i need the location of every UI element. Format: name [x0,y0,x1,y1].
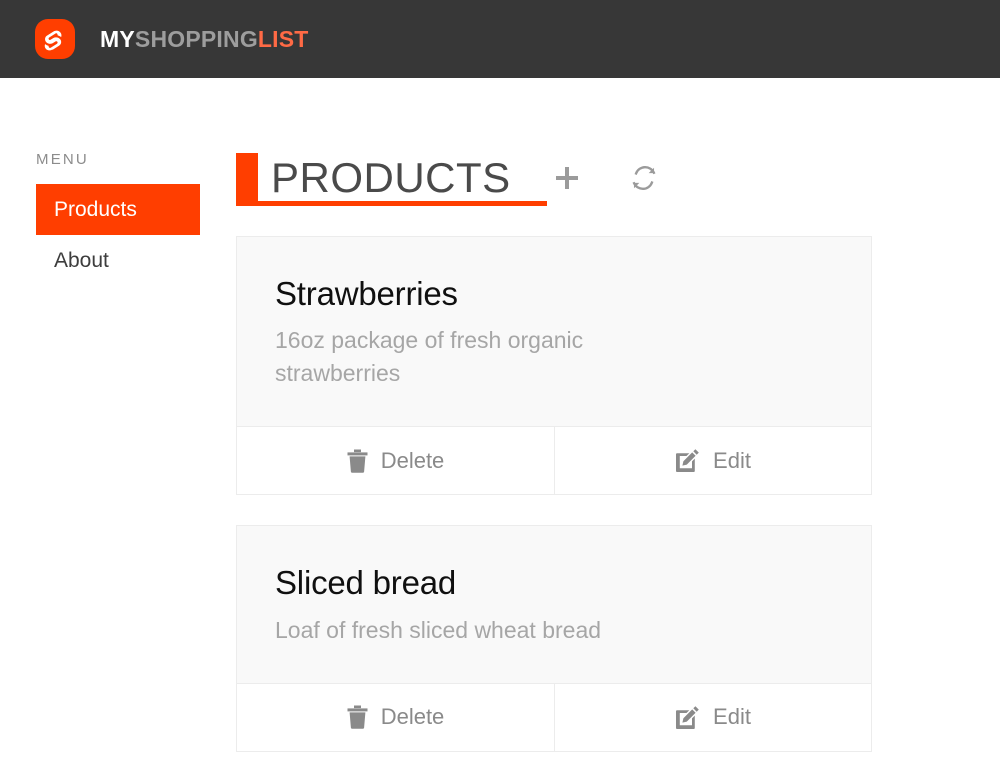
app-header: MYSHOPPINGLIST [0,0,1000,78]
sidebar-menu: Products About [36,184,200,286]
product-description: 16oz package of fresh organic strawberri… [275,327,584,387]
product-card-body: Sliced bread Loaf of fresh sliced wheat … [237,526,871,682]
add-product-button[interactable] [550,161,584,195]
page-title: PRODUCTS [271,154,511,201]
sidebar: MENU Products About [0,78,236,286]
brand-part-list: LIST [257,25,309,52]
plus-icon [554,165,580,191]
product-title: Strawberries [275,275,458,312]
product-card-footer: Delete Edit [237,682,871,751]
brand-part-shopping: SHOPPING [134,25,258,52]
edit-label: Edit [713,447,751,473]
sidebar-item-products[interactable]: Products [36,184,200,236]
product-card-footer: Delete Edit [237,426,871,495]
delete-button[interactable]: Delete [237,427,554,495]
refresh-button[interactable] [627,161,661,195]
trash-icon [347,449,368,473]
delete-button[interactable]: Delete [237,683,554,751]
product-list: Strawberries 16oz package of fresh organ… [236,236,1000,752]
brand-title: MYSHOPPINGLIST [100,25,309,52]
page-actions [550,161,704,195]
svelte-logo-icon[interactable] [17,18,75,60]
page-title-wrapper: PRODUCTS [236,153,547,208]
edit-button[interactable]: Edit [554,683,871,751]
product-card-body: Strawberries 16oz package of fresh organ… [237,237,871,426]
product-card: Sliced bread Loaf of fresh sliced wheat … [236,525,872,752]
edit-icon [675,705,700,730]
edit-icon [675,448,700,473]
refresh-icon [630,164,658,192]
brand-part-my: MY [100,25,135,52]
page-header: PRODUCTS [236,153,1000,208]
product-title: Sliced bread [275,564,457,602]
main-content: PRODUCTS Strawberries 16oz package of fr… [236,78,1000,772]
trash-icon [347,705,368,730]
sidebar-item-about[interactable]: About [36,235,200,286]
edit-button[interactable]: Edit [554,427,871,495]
product-card: Strawberries 16oz package of fresh organ… [236,236,872,496]
edit-label: Edit [713,704,751,730]
app-root: MYSHOPPINGLIST MENU Products About PRODU… [0,0,1000,772]
delete-label: Delete [380,704,445,730]
delete-label: Delete [380,447,445,473]
product-description: Loaf of fresh sliced wheat bread [275,616,602,643]
sidebar-heading: MENU [36,151,89,168]
